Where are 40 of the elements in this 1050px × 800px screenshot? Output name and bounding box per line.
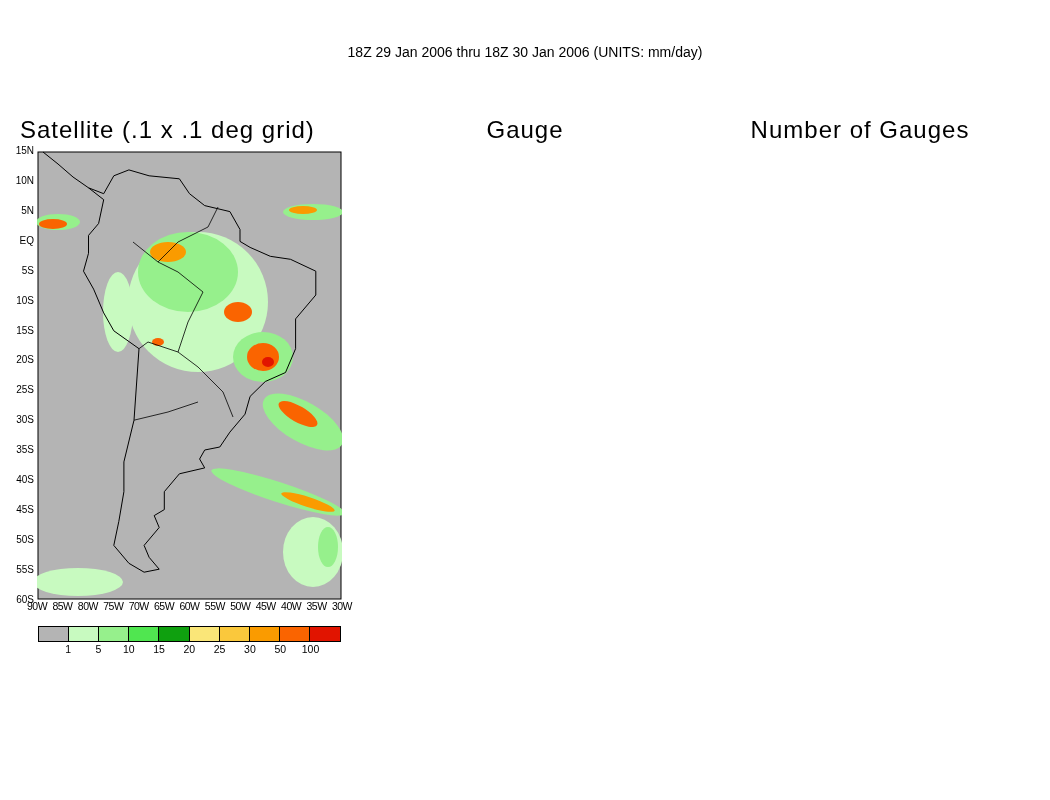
axis-label: 45W [255, 600, 276, 612]
axis-label: 5S [21, 264, 34, 277]
axis-label: 30S [16, 414, 34, 427]
axis-label: 25S [16, 384, 34, 397]
legend-label: 1 [64, 643, 73, 655]
axis-label: 35W [306, 600, 327, 612]
axis-label: 60W [179, 600, 200, 612]
axis-label: 15N [15, 145, 34, 157]
legend-label: 25 [212, 643, 227, 655]
axis-label: 55W [204, 600, 225, 612]
legend-label: 5 [94, 643, 103, 655]
legend-label: 30 [243, 643, 257, 655]
axis-label: 35S [16, 444, 34, 457]
plot-header: 18Z 29 Jan 2006 thru 18Z 30 Jan 2006 (UNITS: mm/day) [346, 44, 704, 62]
axis-label: 20S [16, 354, 34, 367]
axis-label: 10S [16, 294, 34, 307]
axis-label: 50S [16, 534, 34, 546]
panel-title: Number of Gauges [750, 115, 970, 145]
axis-label: 65W [154, 600, 175, 612]
legend-label: 15 [152, 643, 166, 655]
legend-label: 100 [300, 643, 321, 655]
legend-label: 10 [121, 643, 136, 655]
panel-title: Gauge [486, 115, 564, 145]
axis-label: 5N [21, 204, 34, 217]
axis-label: 75W [103, 600, 124, 612]
axis-label: 55S [16, 563, 34, 576]
axis-label: 40W [281, 600, 302, 612]
axis-label: 85W [52, 600, 73, 612]
axis-label: 80W [77, 600, 98, 612]
legend-label: 20 [182, 643, 197, 655]
axis-label: EQ [19, 234, 34, 247]
axis-label: 40S [16, 474, 34, 487]
axis-label: 10N [15, 174, 34, 187]
axis-label: 50W [230, 600, 251, 612]
axis-label: 45S [16, 504, 34, 517]
axis-label: 70W [128, 600, 149, 612]
panel-title: Satellite (.1 x .1 deg grid) [20, 115, 315, 145]
legend-label: 50 [273, 643, 288, 655]
axis-label: 30W [331, 600, 352, 612]
axis-label: 15S [16, 324, 34, 337]
